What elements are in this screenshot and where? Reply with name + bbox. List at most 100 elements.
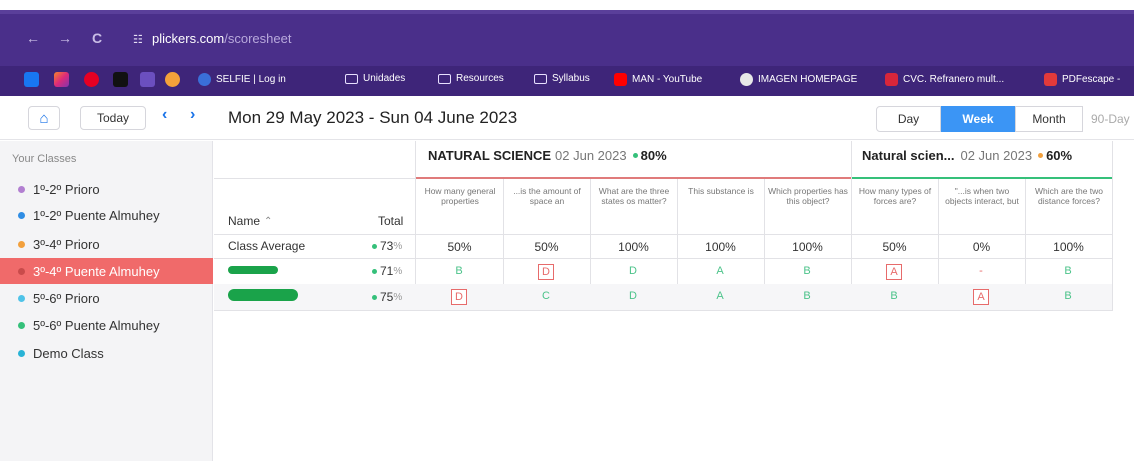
date-range-title: Mon 29 May 2023 - Sun 04 June 2023 (228, 108, 518, 127)
answer-cell[interactable]: C (538, 289, 554, 305)
site-settings-icon[interactable]: ☷ (133, 33, 147, 46)
score-dot (1038, 153, 1044, 158)
average-value: 100% (1053, 240, 1084, 254)
class-color-dot (18, 267, 25, 275)
sidebar-item-class[interactable]: Demo Class (0, 340, 213, 366)
bookmark-imagen[interactable]: IMAGEN HOMEPAGE (740, 73, 857, 86)
average-value: 100% (618, 240, 649, 254)
sidebar-item-class-selected[interactable]: 3º-4º Puente Almuhey (0, 258, 213, 284)
class-color-dot (18, 240, 25, 248)
sidebar-item-class[interactable]: 3º-4º Prioro (0, 231, 213, 257)
question-header[interactable]: How many general properties (420, 186, 500, 206)
bookmark-youtube[interactable]: MAN - YouTube (614, 73, 702, 86)
view-90day-button[interactable]: 90-Day (1083, 106, 1134, 132)
previous-week-button[interactable]: ‹ (162, 106, 167, 124)
folder-icon (534, 73, 547, 84)
set-header-natural-scien[interactable]: Natural scien... 02 Jun 2023 60% (862, 148, 1072, 163)
question-header[interactable]: What are the three states os matter? (594, 186, 674, 206)
x-icon[interactable] (113, 72, 128, 87)
globe-icon (740, 73, 753, 86)
back-icon[interactable]: ← (26, 30, 40, 46)
answer-cell[interactable]: B (1060, 264, 1076, 280)
cvc-icon (885, 73, 898, 86)
answer-cell[interactable]: D (625, 289, 641, 305)
average-value: 0% (972, 240, 991, 254)
chevron-right-icon: › (190, 106, 196, 123)
instagram-icon[interactable] (54, 72, 69, 87)
class-color-dot (18, 294, 25, 302)
answer-cell-missing[interactable]: - (973, 264, 989, 280)
view-month-button[interactable]: Month (1015, 106, 1083, 132)
answer-cell[interactable]: A (712, 264, 728, 280)
reload-icon[interactable]: C (92, 30, 102, 46)
url-field[interactable]: plickers.com/scoresheet (152, 31, 291, 46)
view-week-button[interactable]: Week (941, 106, 1015, 132)
extension-flower-icon[interactable] (165, 72, 180, 87)
facebook-icon[interactable] (24, 72, 39, 87)
next-week-button[interactable]: › (190, 106, 195, 124)
average-value: 50% (447, 240, 472, 254)
extension-icon[interactable] (140, 72, 155, 87)
set-color-bar (852, 177, 1112, 179)
set-color-bar (416, 177, 851, 179)
answer-cell[interactable]: B (799, 264, 815, 280)
home-button[interactable]: ⌂ (28, 106, 60, 130)
bookmark-unidades[interactable]: Unidades (345, 73, 405, 84)
total-column-header[interactable]: Total (378, 214, 403, 228)
student-total: 71% (372, 264, 402, 278)
chevron-left-icon: ‹ (162, 106, 168, 123)
answer-cell[interactable]: B (1060, 289, 1076, 305)
answer-cell-incorrect[interactable]: D (451, 289, 467, 305)
answer-cell[interactable]: B (886, 289, 902, 305)
bookmark-selfie[interactable]: SELFIE | Log in (198, 73, 286, 86)
question-header[interactable]: "...is when two objects interact, but (942, 186, 1022, 206)
answer-cell[interactable]: B (799, 289, 815, 305)
name-column-header[interactable]: Name ⌃ (228, 214, 272, 228)
sidebar-item-class[interactable]: 5º-6º Puente Almuhey (0, 312, 213, 338)
sidebar-item-class[interactable]: 1º-2º Puente Almuhey (0, 202, 213, 228)
sidebar-item-class[interactable]: 1º-2º Prioro (0, 176, 213, 202)
question-header[interactable]: Which are the two distance forces? (1029, 186, 1109, 206)
question-header[interactable]: ...is the amount of space an (507, 186, 587, 206)
today-button[interactable]: Today (80, 106, 146, 130)
bookmark-syllabus[interactable]: Syllabus (534, 73, 590, 84)
globe-icon (198, 73, 211, 86)
student-total: 75% (372, 290, 402, 304)
score-dot (372, 268, 377, 274)
answer-cell[interactable]: A (712, 289, 728, 305)
question-header[interactable]: Which properties has this object? (768, 186, 848, 206)
redacted-student-name[interactable] (228, 266, 278, 274)
question-header[interactable]: This substance is (681, 186, 761, 196)
class-color-dot (18, 321, 25, 329)
youtube-icon (614, 73, 627, 86)
pdf-icon (1044, 73, 1057, 86)
sidebar-item-class[interactable]: 5º-6º Prioro (0, 285, 213, 311)
answer-cell-incorrect[interactable]: D (538, 264, 554, 280)
redacted-student-name[interactable] (228, 289, 298, 301)
question-header[interactable]: How many types of forces are? (855, 186, 935, 206)
answer-cell-incorrect[interactable]: A (973, 289, 989, 305)
sort-asc-icon: ⌃ (264, 215, 273, 227)
answer-cell[interactable]: B (451, 264, 467, 280)
row-divider (214, 258, 1112, 259)
average-value: 50% (534, 240, 559, 254)
view-day-button[interactable]: Day (876, 106, 941, 132)
bookmark-pdfescape[interactable]: PDFescape - (1044, 73, 1120, 86)
row-divider (214, 310, 1112, 311)
column-divider (1112, 141, 1113, 311)
forward-icon[interactable]: → (58, 30, 72, 46)
answer-cell-incorrect[interactable]: A (886, 264, 902, 280)
score-dot (632, 153, 638, 158)
class-average-label: Class Average (228, 239, 306, 253)
bookmark-resources[interactable]: Resources (438, 73, 504, 84)
average-value: 100% (792, 240, 823, 254)
answer-cell[interactable]: D (625, 264, 641, 280)
class-color-dot (18, 349, 25, 357)
set-header-natural-science[interactable]: NATURAL SCIENCE 02 Jun 2023 80% (428, 148, 667, 163)
score-dot (372, 294, 377, 300)
bookmark-cvc[interactable]: CVC. Refranero mult... (885, 73, 1004, 86)
pinterest-icon[interactable] (84, 72, 99, 87)
class-color-dot (18, 185, 25, 193)
row-divider (214, 234, 1112, 235)
average-value: 50% (882, 240, 907, 254)
